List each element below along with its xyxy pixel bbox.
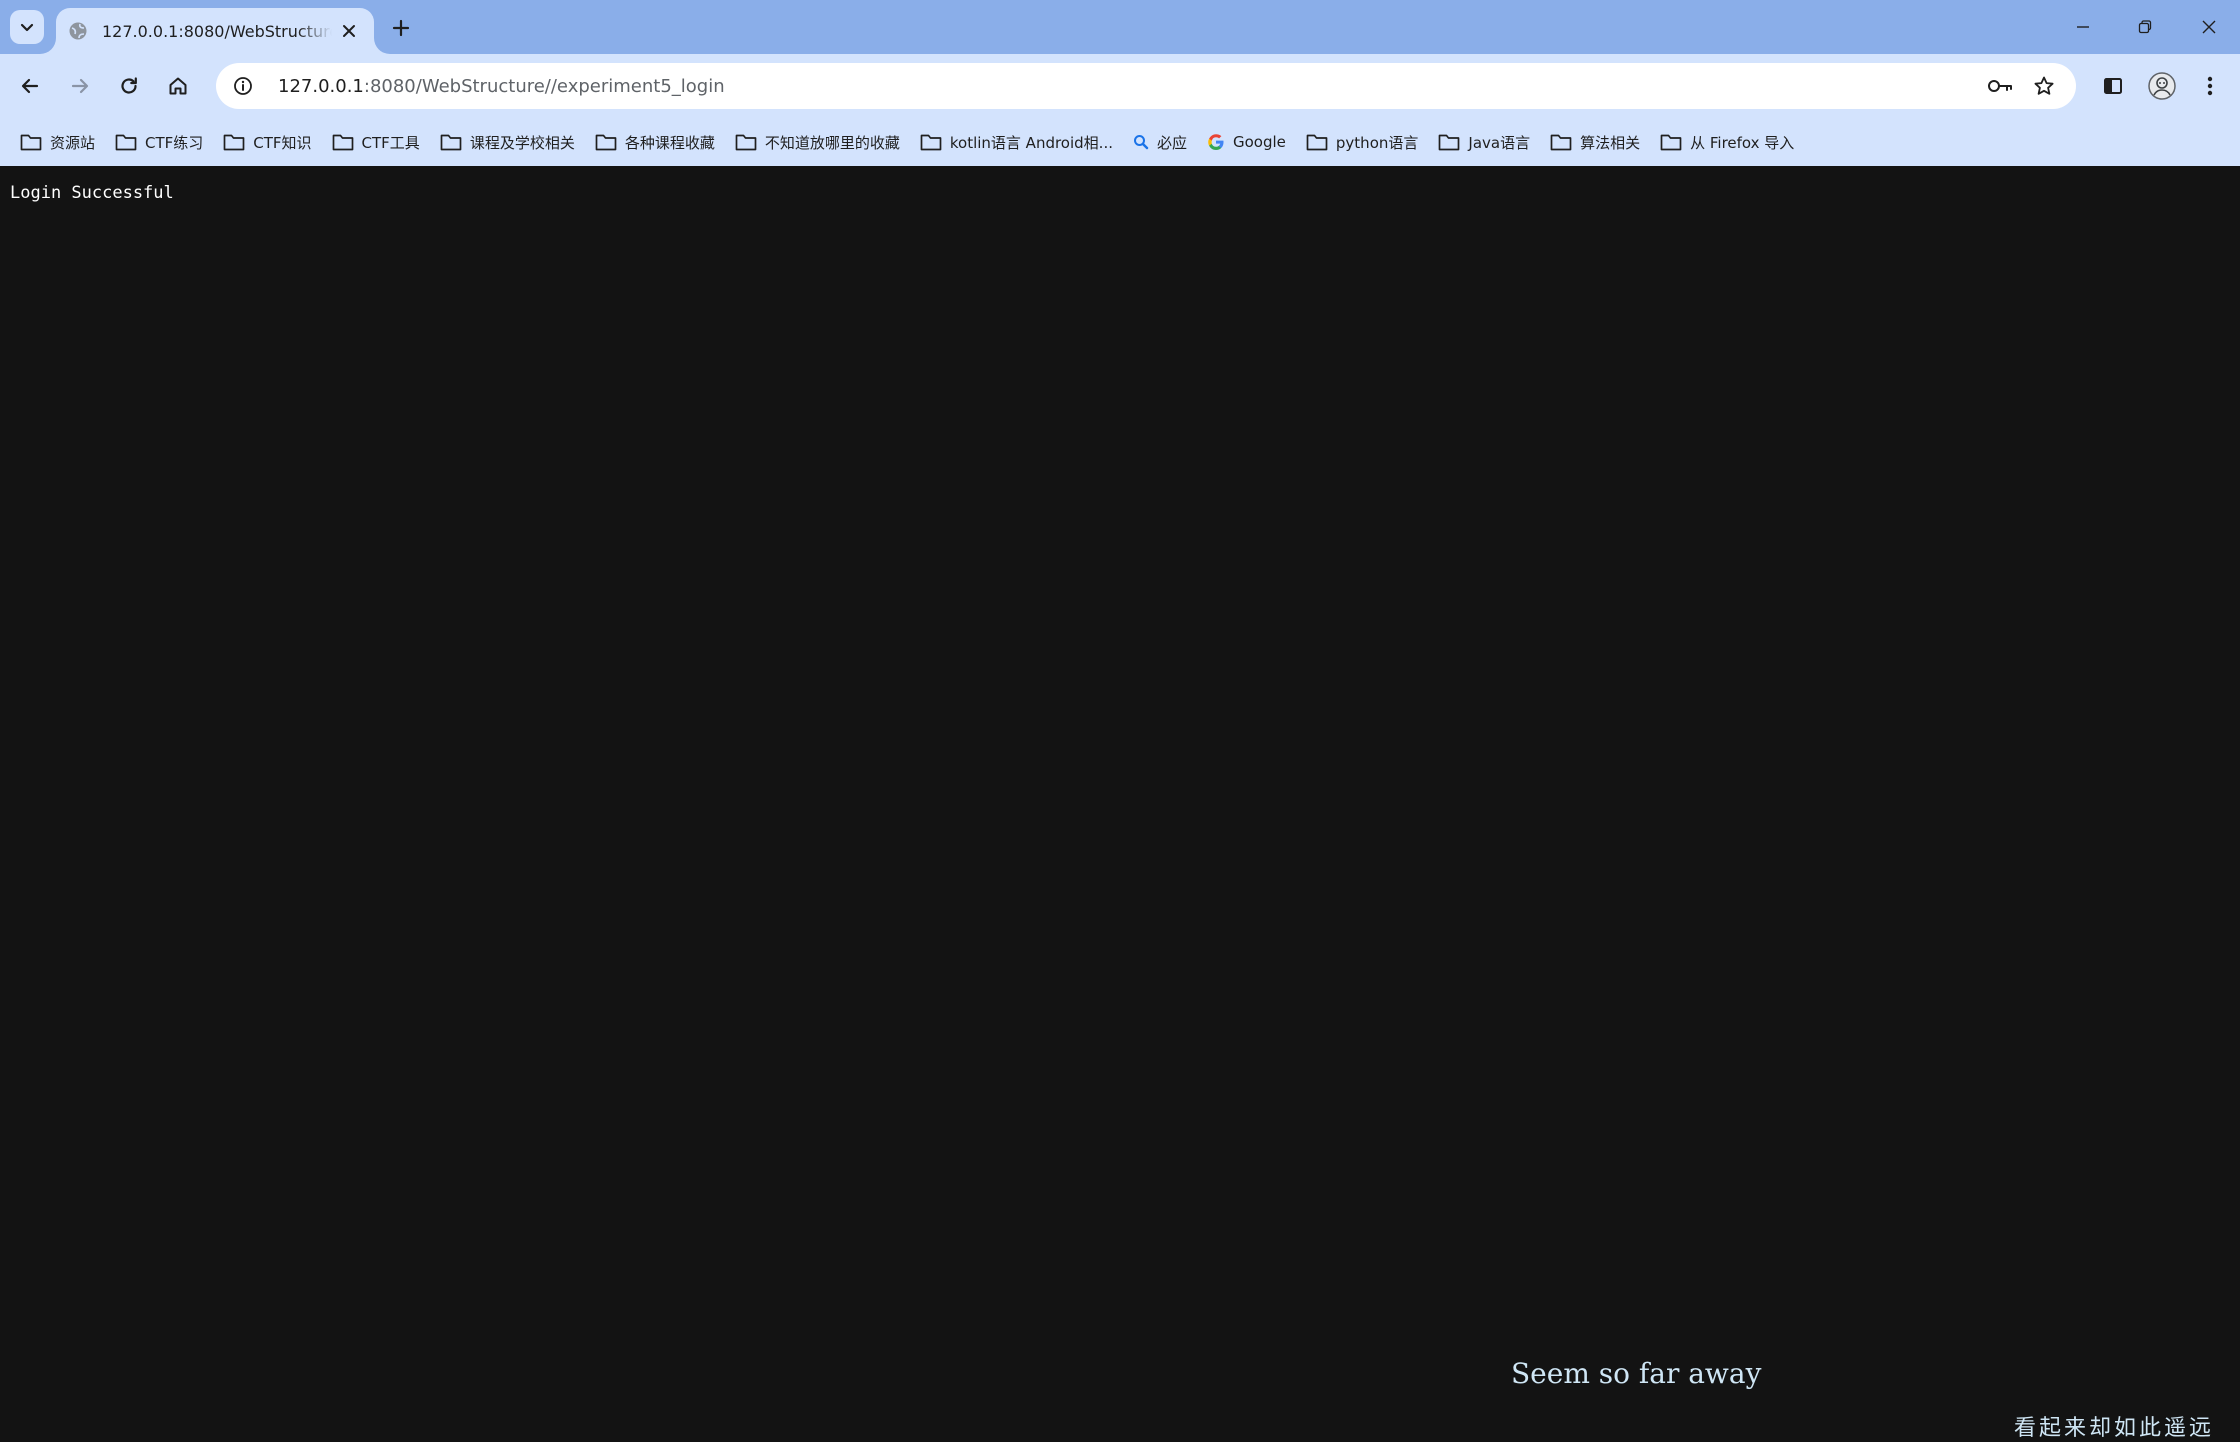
tab-close-button[interactable]: [338, 20, 360, 42]
bookmark-label: CTF工具: [361, 133, 420, 152]
toolbar: 127.0.0.1:8080/WebStructure//experiment5…: [0, 54, 2240, 118]
restore-button[interactable]: [2114, 0, 2176, 54]
bookmark-label: kotlin语言 Android相...: [949, 133, 1113, 152]
bookmark-label: Google: [1233, 133, 1286, 151]
page-content: Login Successful Seem so far away 看起来却如此…: [0, 166, 2240, 1441]
folder-icon: [1550, 134, 1572, 151]
bookmark-item[interactable]: 不知道放哪里的收藏: [731, 124, 910, 160]
minimize-button[interactable]: [2052, 0, 2114, 54]
bookmark-label: 不知道放哪里的收藏: [764, 133, 900, 152]
restore-icon: [2138, 20, 2152, 34]
globe-icon: [69, 22, 87, 40]
bookmark-label: 课程及学校相关: [469, 133, 575, 152]
url-path: :8080/WebStructure//experiment5_login: [363, 75, 725, 97]
url-host: 127.0.0.1: [278, 75, 364, 97]
folder-icon: [920, 134, 942, 151]
reload-button[interactable]: [109, 66, 149, 106]
search-icon: [1133, 135, 1149, 150]
bookmark-item[interactable]: 资源站: [16, 124, 105, 160]
side-panel-button[interactable]: [2093, 66, 2133, 106]
bookmark-label: CTF练习: [145, 133, 204, 152]
arrow-right-icon: [71, 78, 89, 94]
plus-icon: [392, 19, 410, 37]
folder-icon: [735, 134, 757, 151]
bookmark-item[interactable]: 算法相关: [1546, 124, 1650, 160]
bookmark-star-button[interactable]: [2024, 63, 2064, 109]
url-text[interactable]: 127.0.0.1:8080/WebStructure//experiment5…: [278, 76, 725, 97]
bookmark-item[interactable]: CTF工具: [328, 124, 430, 160]
key-icon: [1988, 80, 2012, 92]
bookmark-item[interactable]: CTF练习: [111, 124, 213, 160]
bookmark-label: Java语言: [1468, 133, 1531, 152]
google-icon: [1208, 134, 1224, 150]
bookmark-item[interactable]: Java语言: [1434, 124, 1540, 160]
reload-icon: [121, 77, 137, 94]
menu-button[interactable]: [2190, 66, 2230, 106]
chevron-down-icon: [20, 23, 34, 32]
lyric-english: Seem so far away: [1511, 1357, 1762, 1390]
bookmark-item[interactable]: 必应: [1129, 124, 1197, 160]
bookmark-item[interactable]: 各种课程收藏: [591, 124, 725, 160]
close-window-button[interactable]: [2178, 0, 2240, 54]
home-button[interactable]: [158, 66, 198, 106]
bookmark-label: 资源站: [50, 133, 96, 152]
bookmark-item[interactable]: kotlin语言 Android相...: [916, 124, 1123, 160]
folder-icon: [440, 134, 462, 151]
bookmarks-bar: 资源站 CTF练习 CTF知识 CTF工具 课程及学校相关 各种课程收藏 不知道放哪里的收藏…: [0, 118, 2240, 166]
login-status-message: Login Successful: [10, 183, 174, 203]
folder-icon: [332, 134, 353, 151]
lyric-chinese: 看起来却如此遥远: [2014, 1416, 2215, 1441]
tab-search-button[interactable]: [10, 10, 44, 44]
bookmark-item[interactable]: Google: [1203, 124, 1296, 160]
address-bar[interactable]: 127.0.0.1:8080/WebStructure//experiment5…: [216, 63, 2076, 109]
bookmark-item[interactable]: python语言: [1302, 124, 1428, 160]
new-tab-button[interactable]: [386, 13, 416, 43]
tab-title: 127.0.0.1:8080/WebStructure//experiment5…: [102, 21, 332, 41]
bookmark-label: 算法相关: [1580, 133, 1641, 152]
password-key-button[interactable]: [1980, 63, 2020, 109]
home-icon: [169, 77, 187, 95]
bookmark-item[interactable]: 课程及学校相关: [436, 124, 585, 160]
minimize-icon: [2077, 26, 2089, 28]
browser-chrome: 127.0.0.1:8080/WebStructure//experiment5…: [0, 0, 2240, 166]
folder-icon: [115, 134, 137, 151]
folder-icon: [595, 134, 617, 151]
folder-icon: [1306, 134, 1328, 151]
bookmark-item[interactable]: CTF知识: [219, 124, 321, 160]
folder-icon: [223, 134, 245, 151]
close-icon: [2202, 20, 2216, 34]
folder-icon: [20, 134, 42, 151]
folder-icon: [1660, 134, 1682, 151]
info-icon: [234, 77, 252, 95]
back-button[interactable]: [10, 66, 50, 106]
side-panel-icon: [2104, 78, 2122, 94]
more-vertical-icon: [2207, 76, 2213, 96]
tab-strip: 127.0.0.1:8080/WebStructure//experiment5…: [0, 0, 2240, 54]
bookmark-label: CTF知识: [253, 133, 312, 152]
site-info-button[interactable]: [220, 63, 266, 109]
bookmark-label: 必应: [1156, 133, 1187, 152]
bookmark-label: python语言: [1335, 133, 1419, 152]
folder-icon: [1439, 134, 1460, 151]
close-icon: [343, 25, 355, 37]
arrow-left-icon: [21, 78, 39, 94]
star-icon: [2034, 76, 2054, 95]
bookmark-label: 各种课程收藏: [624, 133, 715, 152]
avatar: [2148, 72, 2176, 100]
forward-button[interactable]: [60, 66, 100, 106]
bookmark-label: 从 Firefox 导入: [1690, 133, 1795, 152]
profile-button[interactable]: [2142, 66, 2182, 106]
active-tab[interactable]: 127.0.0.1:8080/WebStructure//experiment5…: [56, 8, 374, 54]
bookmark-item[interactable]: 从 Firefox 导入: [1656, 124, 1804, 160]
